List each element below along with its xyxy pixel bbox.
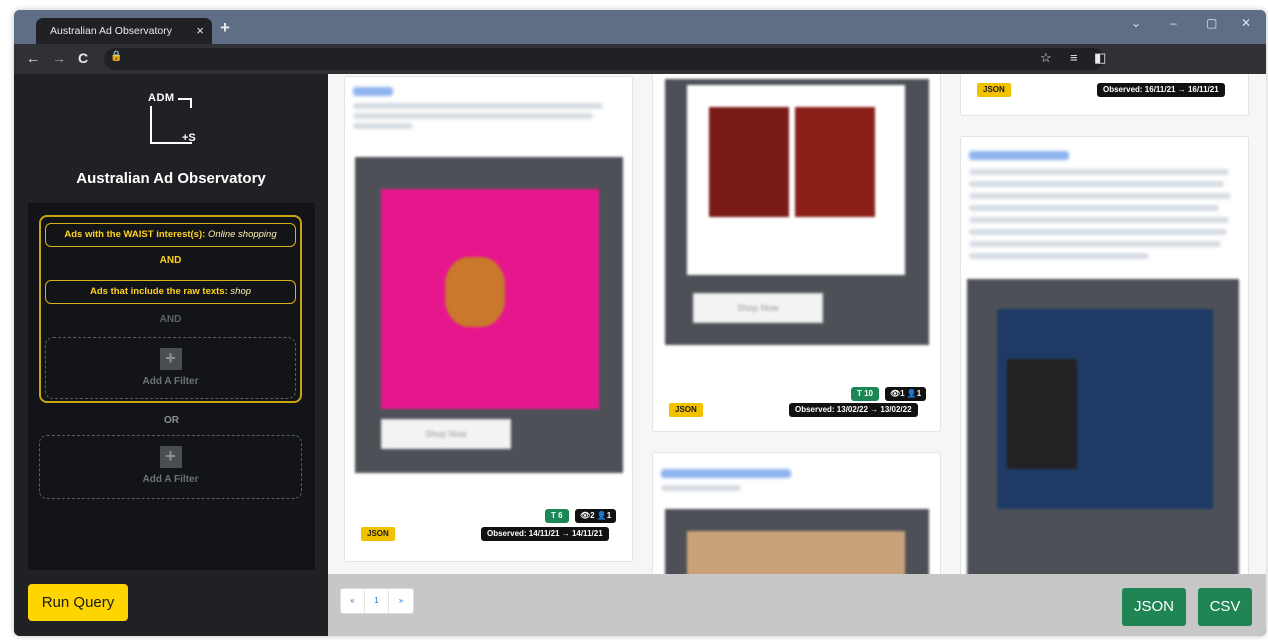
stats-badge: 👁2 👤1 bbox=[575, 509, 617, 523]
close-window-icon[interactable]: ✕ bbox=[1241, 16, 1251, 30]
filter-chip-raw-text[interactable]: Ads that include the raw texts: shop bbox=[45, 280, 296, 304]
app-title: Australian Ad Observatory bbox=[76, 170, 266, 187]
minimize-icon[interactable]: – bbox=[1170, 16, 1177, 30]
star-icon[interactable]: ☆ bbox=[1040, 50, 1052, 66]
lock-icon: 🔒 bbox=[110, 51, 123, 62]
add-filter-label: Add A Filter bbox=[142, 376, 199, 387]
browser-window: Australian Ad Observatory × + ⌄ – ▢ ✕ ← … bbox=[14, 10, 1266, 636]
page-1-button[interactable]: 1 bbox=[365, 589, 389, 613]
observed-badge: Observed: 14/11/21 → 14/11/21 bbox=[481, 527, 609, 541]
maximize-icon[interactable]: ▢ bbox=[1206, 16, 1217, 30]
pagination: « 1 » bbox=[340, 588, 414, 614]
export-json-button[interactable]: JSON bbox=[1122, 588, 1186, 626]
ad-advertiser-link[interactable] bbox=[353, 87, 393, 96]
back-icon[interactable]: ← bbox=[26, 50, 40, 66]
and-operator[interactable]: AND bbox=[41, 255, 300, 266]
token-count-badge: T 6 bbox=[545, 509, 569, 523]
tab-title: Australian Ad Observatory bbox=[50, 25, 172, 37]
new-tab-icon[interactable]: + bbox=[220, 18, 230, 38]
ad-media-image[interactable] bbox=[665, 509, 929, 574]
plus-icon: + bbox=[159, 446, 182, 468]
reload-icon[interactable]: C bbox=[78, 50, 88, 66]
ad-advertiser-link[interactable] bbox=[661, 469, 791, 478]
json-badge[interactable]: JSON bbox=[977, 83, 1011, 97]
browser-tab[interactable]: Australian Ad Observatory × bbox=[36, 18, 212, 44]
filter-chip-prefix: Ads that include the raw texts: bbox=[89, 286, 228, 297]
tab-search-icon[interactable]: ⌄ bbox=[1131, 16, 1141, 30]
filter-panel: Ads with the WAIST interest(s): Online s… bbox=[28, 203, 315, 570]
tab-close-icon[interactable]: × bbox=[196, 23, 204, 38]
ad-media-image[interactable]: Shop Now bbox=[355, 157, 623, 473]
plus-icon: + bbox=[159, 348, 182, 370]
json-badge[interactable]: JSON bbox=[669, 403, 703, 417]
adm-logo: ADM +S bbox=[144, 92, 204, 148]
ad-media-image[interactable] bbox=[967, 279, 1239, 574]
or-operator[interactable]: OR bbox=[28, 415, 315, 426]
forward-icon[interactable]: → bbox=[52, 50, 66, 66]
filter-chip-value: Online shopping bbox=[207, 229, 277, 240]
run-query-button[interactable]: Run Query bbox=[28, 584, 128, 621]
url-input[interactable]: 🔒 bbox=[104, 48, 1104, 70]
sidebar: ADM +S Australian Ad Observatory Ads wit… bbox=[14, 74, 328, 636]
ad-card: Shop Now T 10 👁1 👤1 JSON Observed: 13/02… bbox=[652, 74, 941, 432]
observed-badge: Observed: 16/11/21 → 16/11/21 bbox=[1097, 83, 1225, 97]
results-footer: « 1 » JSON CSV bbox=[328, 574, 1266, 636]
address-bar: ← → C 🔒 ☆ ≡ ◧ bbox=[14, 44, 1266, 74]
and-operator-inactive[interactable]: AND bbox=[41, 314, 300, 325]
title-bar: Australian Ad Observatory × + ⌄ – ▢ ✕ bbox=[14, 10, 1266, 44]
add-filter-label: Add A Filter bbox=[142, 474, 199, 485]
ad-media-image[interactable]: Shop Now bbox=[665, 79, 929, 345]
ad-card: Shop Now T 6 👁2 👤1 JSON Observed: 14/11/… bbox=[344, 76, 633, 562]
add-filter-button[interactable]: + Add A Filter bbox=[45, 337, 296, 399]
ad-card: JSON Observed: 16/11/21 → 16/11/21 bbox=[960, 74, 1249, 116]
ad-card bbox=[652, 452, 941, 574]
observed-badge: Observed: 13/02/22 → 13/02/22 bbox=[789, 403, 918, 417]
stats-badge: 👁1 👤1 bbox=[885, 387, 927, 401]
logo-text-bottom: +S bbox=[182, 132, 196, 144]
token-count-badge: T 10 bbox=[851, 387, 880, 401]
ad-card bbox=[960, 136, 1249, 574]
export-csv-button[interactable]: CSV bbox=[1198, 588, 1252, 626]
filter-chip-value: shop bbox=[230, 286, 252, 297]
filter-chip-waist-interest[interactable]: Ads with the WAIST interest(s): Online s… bbox=[45, 223, 296, 247]
reading-list-icon[interactable]: ≡ bbox=[1070, 50, 1078, 65]
add-filter-or-button[interactable]: + Add A Filter bbox=[39, 435, 302, 499]
prev-page-button[interactable]: « bbox=[341, 589, 365, 613]
json-badge[interactable]: JSON bbox=[361, 527, 395, 541]
filter-chip-prefix: Ads with the WAIST interest(s): bbox=[64, 229, 206, 240]
results-area[interactable]: Shop Now T 6 👁2 👤1 JSON Observed: 14/11/… bbox=[328, 74, 1266, 574]
next-page-button[interactable]: » bbox=[389, 589, 413, 613]
ad-advertiser-link[interactable] bbox=[969, 151, 1069, 160]
logo-text-top: ADM bbox=[148, 92, 175, 104]
side-panel-icon[interactable]: ◧ bbox=[1094, 50, 1106, 66]
filter-group: Ads with the WAIST interest(s): Online s… bbox=[39, 215, 302, 403]
